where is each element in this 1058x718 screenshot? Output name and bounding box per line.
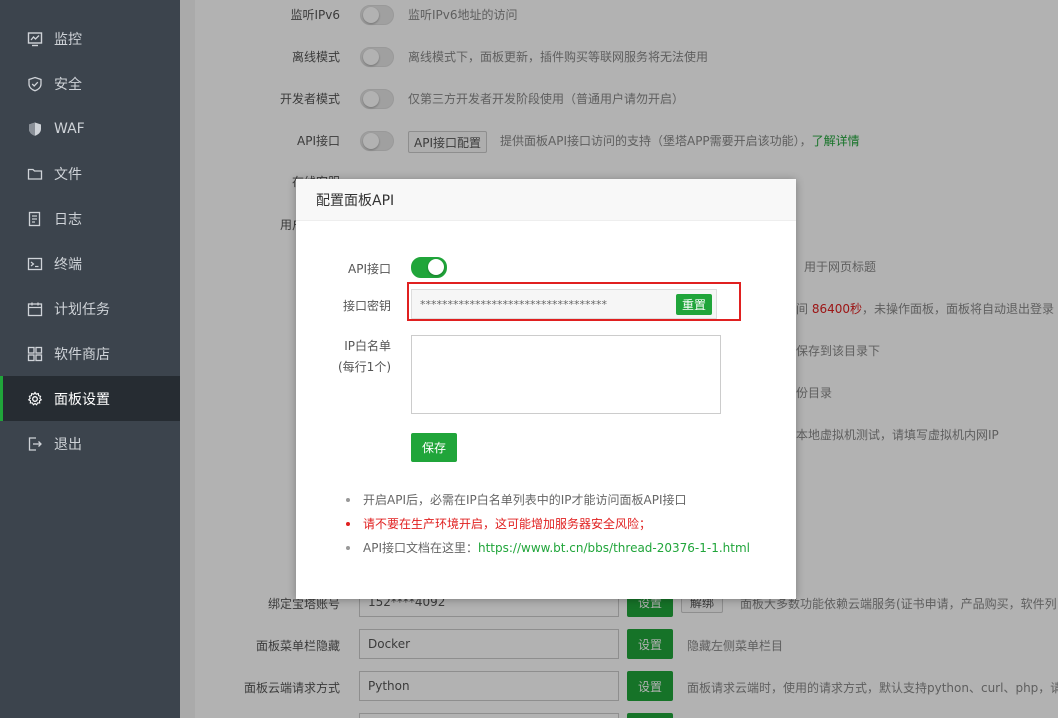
- modal-ip-label: IP白名单: [344, 339, 391, 353]
- ip-whitelist-textarea[interactable]: [411, 335, 721, 414]
- sidebar-item-logout[interactable]: 退出: [0, 421, 180, 466]
- grid-icon: [26, 345, 44, 363]
- shield-icon: [26, 75, 44, 93]
- terminal-icon: [26, 255, 44, 273]
- gear-icon: [26, 390, 44, 408]
- modal-title: 配置面板API: [296, 179, 796, 221]
- sidebar-item-monitor[interactable]: 监控: [0, 16, 180, 61]
- sidebar: 监控 安全 WAF 文件 日志 终端 计划任务 软件商店 面板设置 退出: [0, 0, 180, 718]
- tip-docs-text: API接口文档在这里：: [363, 541, 478, 555]
- sidebar-item-label: 终端: [54, 256, 82, 273]
- tip-item-warning: 请不要在生产环境开启，这可能增加服务器安全风险；: [346, 515, 786, 539]
- docs-link[interactable]: https://www.bt.cn/bbs/thread-20376-1-1.h…: [478, 541, 750, 555]
- logout-icon: [26, 435, 44, 453]
- sidebar-item-logs[interactable]: 日志: [0, 196, 180, 241]
- sidebar-item-cron[interactable]: 计划任务: [0, 286, 180, 331]
- modal-api-toggle[interactable]: [411, 257, 447, 278]
- sidebar-item-label: 监控: [54, 31, 82, 48]
- sidebar-item-label: WAF: [54, 120, 85, 137]
- sidebar-item-security[interactable]: 安全: [0, 61, 180, 106]
- sidebar-item-label: 退出: [54, 436, 82, 453]
- modal-key-label: 接口密钥: [342, 299, 391, 313]
- save-button[interactable]: 保存: [411, 433, 457, 462]
- sidebar-item-label: 安全: [54, 76, 82, 93]
- sidebar-item-label: 文件: [54, 166, 82, 183]
- sidebar-item-terminal[interactable]: 终端: [0, 241, 180, 286]
- folder-icon: [26, 165, 44, 183]
- log-icon: [26, 210, 44, 228]
- tip-item: 开启API后，必需在IP白名单列表中的IP才能访问面板API接口: [346, 491, 786, 515]
- api-config-modal: 配置面板API API接口 接口密钥 *********************…: [296, 179, 796, 599]
- waf-shield-icon: [26, 120, 44, 138]
- tips-list: 开启API后，必需在IP白名单列表中的IP才能访问面板API接口 请不要在生产环…: [346, 491, 786, 563]
- key-highlight-box: [407, 282, 741, 321]
- sidebar-item-label: 软件商店: [54, 346, 110, 363]
- sidebar-item-panel-settings[interactable]: 面板设置: [0, 376, 180, 421]
- calendar-icon: [26, 300, 44, 318]
- sidebar-item-waf[interactable]: WAF: [0, 106, 180, 151]
- sidebar-item-label: 面板设置: [54, 391, 110, 408]
- modal-ip-sublabel: (每行1个): [338, 360, 391, 374]
- sidebar-item-files[interactable]: 文件: [0, 151, 180, 196]
- monitor-icon: [26, 30, 44, 48]
- tip-item: API接口文档在这里：https://www.bt.cn/bbs/thread-…: [346, 539, 786, 563]
- sidebar-item-label: 计划任务: [54, 301, 110, 318]
- modal-api-label: API接口: [348, 262, 391, 276]
- sidebar-item-label: 日志: [54, 211, 82, 228]
- sidebar-item-store[interactable]: 软件商店: [0, 331, 180, 376]
